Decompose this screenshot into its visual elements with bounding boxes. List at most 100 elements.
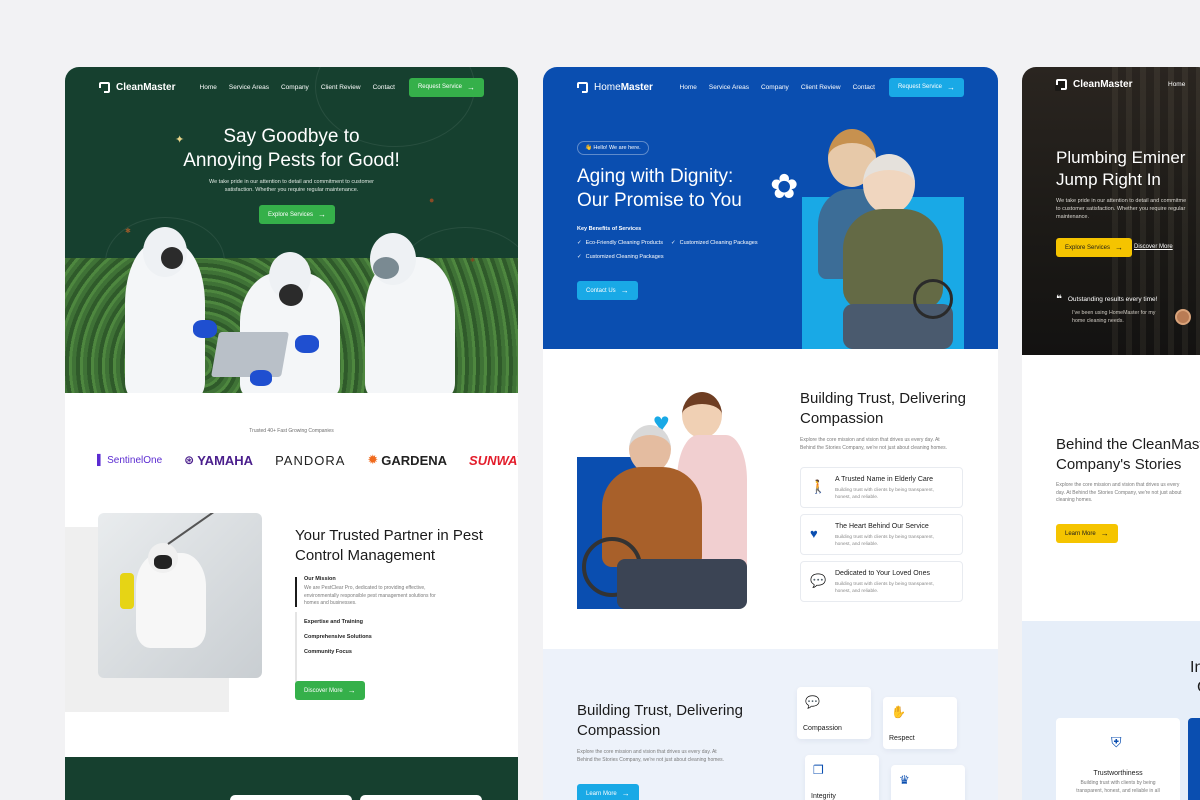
- nav-link-company[interactable]: Company: [761, 84, 789, 91]
- request-service-button[interactable]: Request Service →: [408, 77, 484, 97]
- values-section-title: Building Trust, Delivering Compassion: [577, 702, 743, 739]
- nav-link-home[interactable]: Home: [1168, 81, 1185, 88]
- yamaha-logo: ⊛ YAMAHA: [184, 452, 254, 468]
- sentinelone-logo: ▌ SentinelOne: [97, 454, 163, 466]
- handshake-icon: ✋: [891, 705, 906, 719]
- top-navigation: CleanMaster Home Service Areas Company C…: [65, 67, 518, 107]
- nav-link-home[interactable]: Home: [680, 84, 697, 91]
- caregiver-elder-photo: [577, 387, 757, 609]
- accordion-item-expertise[interactable]: Expertise and Training: [304, 619, 363, 625]
- nav-link-contact[interactable]: Contact: [853, 84, 875, 91]
- value-card-highlight[interactable]: [1188, 718, 1200, 800]
- values-section-subtitle: Explore the core mission and vision that…: [577, 749, 725, 763]
- chat-bubble-icon: 💬: [810, 573, 827, 588]
- trusted-companies-label: Trusted 40+ Fast Growing Companies: [249, 428, 334, 434]
- active-indicator: [295, 577, 297, 607]
- partner-section-title: Your Trusted Partner in Pest Control Man…: [295, 527, 483, 564]
- stories-section-title: Behind the CleanMast Company's Stories: [1056, 436, 1200, 473]
- nav-links: Home Service Areas Company Client Review…: [200, 84, 395, 91]
- feature-card-heart-service[interactable]: ♥ The Heart Behind Our Service Building …: [800, 514, 963, 555]
- brand-logo[interactable]: HomeMaster: [576, 81, 653, 94]
- partial-section-title: In: [1190, 659, 1200, 676]
- hero-title: Plumbing Eminer Jump Right In: [1056, 148, 1186, 189]
- laptop-image: [211, 332, 289, 377]
- stories-section-subtitle: Explore the core mission and vision that…: [1056, 482, 1182, 503]
- value-tile-award[interactable]: ♛: [891, 765, 965, 800]
- logo-mark-icon: [576, 81, 588, 94]
- check-icon: ✓: [577, 240, 582, 246]
- nav-links: Home Service Areas Company Client Review…: [680, 84, 875, 91]
- values-section: Building Trust, Delivering Compassion Ex…: [543, 649, 998, 800]
- person-icon: 🚶: [810, 479, 827, 494]
- arrow-right-icon: →: [1100, 529, 1109, 538]
- heartbeat-icon: ♥: [810, 526, 818, 541]
- dark-footer-section: [65, 757, 518, 800]
- mission-text: We are PestClear Pro, dedicated to provi…: [304, 585, 436, 606]
- learn-more-button[interactable]: Learn More →: [1056, 524, 1118, 543]
- logo-mark-icon: [1055, 79, 1067, 91]
- benefit-item: ✓ Eco-Friendly Cleaning Products: [577, 240, 663, 246]
- feature-card-elderly-care[interactable]: 🚶 A Trusted Name in Elderly Care Buildin…: [800, 467, 963, 508]
- nav-link-client-review[interactable]: Client Review: [321, 84, 361, 91]
- sunway-logo: SUNWAY: [469, 452, 518, 468]
- accordion-item-solutions[interactable]: Comprehensive Solutions: [304, 634, 372, 640]
- blue-glove: [193, 320, 217, 338]
- feature-card-loved-ones[interactable]: 💬 Dedicated to Your Loved Ones Building …: [800, 561, 963, 602]
- partner-logos: ▌ SentinelOne ⊛ YAMAHA PANDORA ✹ GARDENA SU…: [97, 452, 518, 468]
- mission-block: Our Mission We are PestClear Pro, dedica…: [304, 576, 436, 608]
- gardena-logo: ✹ GARDENA: [367, 452, 448, 468]
- benefit-item: ✓ Customized Cleaning Packages: [671, 240, 758, 246]
- arrow-right-icon: →: [947, 82, 955, 92]
- nav-link-client-review[interactable]: Client Review: [801, 84, 841, 91]
- top-navigation: HomeMaster Home Service Areas Company Cl…: [543, 67, 998, 107]
- card-placeholder: [360, 795, 482, 800]
- plumbing-hero: CleanMaster Home Plumbing Eminer Jump Ri…: [1022, 67, 1200, 355]
- value-tile-compassion[interactable]: 💬 Compassion: [797, 687, 871, 739]
- value-tile-respect[interactable]: ✋ Respect: [883, 697, 957, 749]
- discover-more-link[interactable]: Discover More: [1134, 244, 1173, 250]
- accordion-item-community[interactable]: Community Focus: [304, 649, 352, 655]
- insect-icon: ✱: [125, 228, 131, 235]
- nav-link-home[interactable]: Home: [200, 84, 217, 91]
- trust-section-title: Building Trust, Delivering Compassion: [800, 390, 966, 427]
- nav-link-company[interactable]: Company: [281, 84, 309, 91]
- logo-mark-icon: [98, 81, 110, 94]
- value-tile-integrity[interactable]: ❐ Integrity: [805, 755, 879, 800]
- hero-title: Aging with Dignity: Our Promise to You: [577, 166, 742, 211]
- nav-link-service-areas[interactable]: Service Areas: [709, 84, 749, 91]
- arrow-right-icon: →: [1115, 243, 1124, 252]
- arrow-right-icon: →: [318, 210, 327, 219]
- nav-link-contact[interactable]: Contact: [373, 84, 395, 91]
- pest-control-template-card: ✦ ● ✱ ✱ CleanMaster Home Service Areas C…: [65, 67, 518, 800]
- shield-check-icon: ⛨: [1111, 734, 1122, 750]
- contact-us-button[interactable]: Contact Us →: [577, 281, 638, 300]
- card-placeholder: [230, 795, 352, 800]
- care-hero: HomeMaster Home Service Areas Company Cl…: [543, 67, 998, 349]
- pest-hero: ✦ ● ✱ ✱ CleanMaster Home Service Areas C…: [65, 67, 518, 393]
- request-service-button[interactable]: Request Service →: [888, 77, 964, 97]
- discover-more-button[interactable]: Discover More →: [295, 681, 365, 700]
- beetle-icon: ●: [429, 195, 435, 205]
- mission-label: Our Mission: [304, 576, 336, 582]
- testimonial-title: ❝ Outstanding results every time!: [1056, 294, 1158, 305]
- arrow-right-icon: →: [467, 82, 475, 92]
- hero-title: Say Goodbye to Annoying Pests for Good!: [183, 126, 400, 171]
- learn-more-button[interactable]: Learn More →: [577, 784, 639, 800]
- brand-logo[interactable]: CleanMaster: [98, 81, 175, 94]
- plumbing-template-card: CleanMaster Home Plumbing Eminer Jump Ri…: [1022, 67, 1200, 800]
- check-icon: ✓: [577, 254, 582, 260]
- values-section: In C ⛨ Trustworthiness Building trust wi…: [1022, 621, 1200, 800]
- value-card-trustworthiness[interactable]: ⛨ Trustworthiness Building trust with cl…: [1056, 718, 1180, 800]
- award-icon: ♛: [899, 773, 910, 787]
- brand-logo[interactable]: CleanMaster: [1055, 79, 1132, 91]
- benefit-item: ✓ Customized Cleaning Packages: [577, 254, 664, 260]
- blue-glove: [250, 370, 272, 386]
- explore-services-button[interactable]: Explore Services →: [1056, 238, 1133, 257]
- trust-section-subtitle: Explore the core mission and vision that…: [800, 437, 948, 451]
- insect-icon: ✱: [470, 258, 476, 264]
- inactive-indicator: [295, 612, 297, 682]
- explore-services-button[interactable]: Explore Services →: [259, 205, 336, 224]
- elderly-care-template-card: HomeMaster Home Service Areas Company Cl…: [543, 67, 998, 800]
- arrow-right-icon: →: [620, 286, 629, 295]
- nav-link-service-areas[interactable]: Service Areas: [229, 84, 269, 91]
